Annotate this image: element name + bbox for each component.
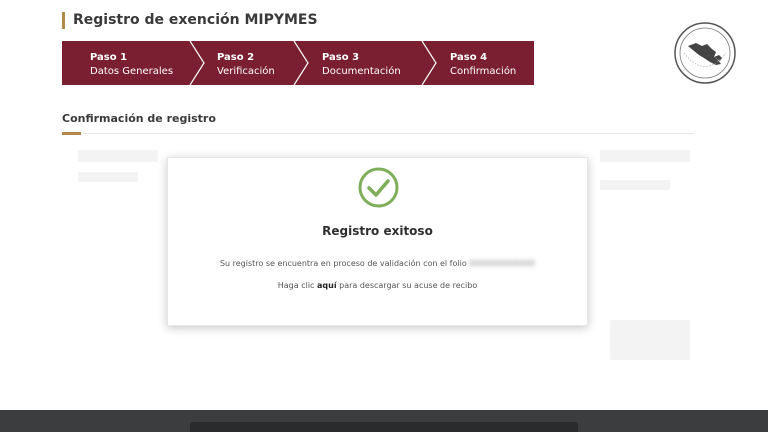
folio-message: Su registro se encuentra en proceso de v… — [168, 259, 587, 268]
step-4-subtitle: Confirmación — [450, 66, 517, 77]
download-suffix: para descargar su acuse de recibo — [339, 281, 478, 290]
check-circle-icon — [358, 167, 399, 208]
download-prefix: Haga clic — [277, 281, 315, 290]
download-link[interactable]: aquí — [317, 281, 337, 290]
background-placeholder — [610, 320, 690, 360]
step-3-subtitle: Documentación — [322, 66, 401, 77]
step-2-subtitle: Verificación — [217, 66, 275, 77]
step-1-subtitle: Datos Generales — [90, 66, 174, 77]
success-title: Registro exitoso — [322, 224, 433, 238]
section-divider — [62, 133, 694, 134]
step-4: Paso 4 Confirmación — [450, 41, 516, 85]
step-3-title: Paso 3 — [322, 52, 360, 63]
step-4-title: Paso 4 — [450, 52, 488, 63]
step-1-title: Paso 1 — [90, 52, 128, 63]
background-placeholder — [78, 150, 158, 162]
section-title: Confirmación de registro — [62, 112, 216, 125]
section-accent-bar — [62, 132, 81, 135]
step-2-title: Paso 2 — [217, 52, 255, 63]
mexico-seal-logo — [674, 22, 736, 84]
progress-stepper: Paso 1 Datos Generales Paso 2 Verificaci… — [62, 41, 534, 85]
background-placeholder — [600, 150, 690, 162]
folio-message-text: Su registro se encuentra en proceso de v… — [219, 259, 467, 268]
page-header: Registro de exención MIPYMES — [62, 10, 318, 30]
title-accent-bar — [62, 11, 65, 29]
step-3: Paso 3 Documentación — [322, 41, 401, 85]
download-message: Haga clic aquí para descargar su acuse d… — [168, 281, 587, 290]
page-title: Registro de exención MIPYMES — [73, 12, 318, 28]
background-placeholder — [600, 180, 670, 190]
confirmation-card: Registro exitoso Su registro se encuentr… — [167, 157, 588, 326]
background-placeholder — [78, 172, 138, 182]
folio-number: XXXXXXXXXXXX — [469, 259, 536, 268]
bottom-bar-tab — [190, 422, 578, 432]
step-1: Paso 1 Datos Generales — [90, 41, 173, 85]
step-2: Paso 2 Verificación — [217, 41, 275, 85]
